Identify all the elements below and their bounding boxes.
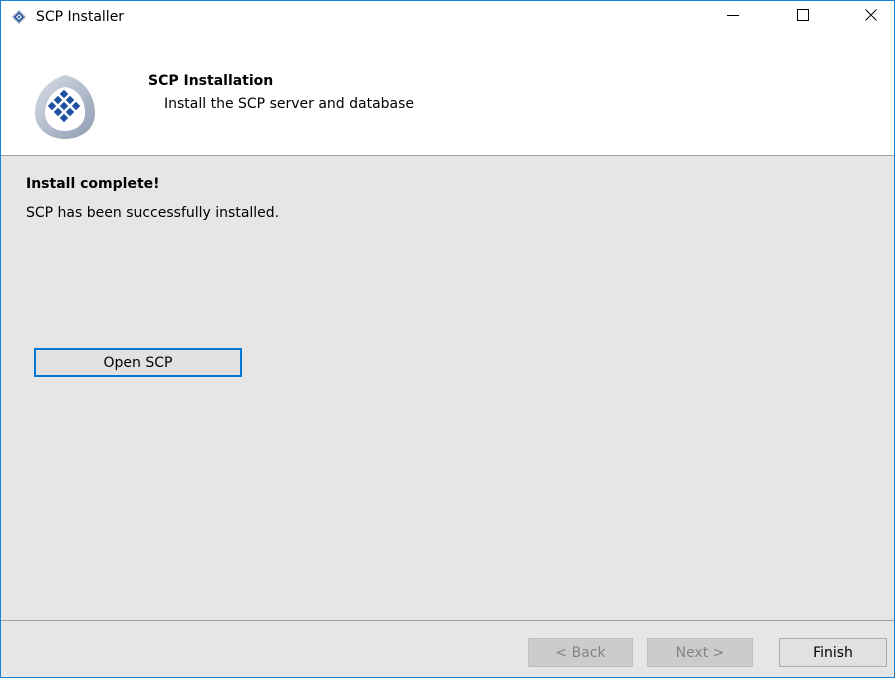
installer-window: SCP Installer SCP Installation Install t… <box>0 0 895 678</box>
scp-logo-icon <box>29 71 101 143</box>
status-title: Install complete! <box>26 176 160 192</box>
minimize-icon <box>727 9 739 25</box>
maximize-button[interactable] <box>780 1 826 33</box>
scp-logo-icon <box>11 9 27 25</box>
status-message: SCP has been successfully installed. <box>26 205 280 221</box>
back-button[interactable]: < Back <box>528 638 633 667</box>
close-button[interactable] <box>848 1 894 33</box>
header-subtitle: Install the SCP server and database <box>164 96 415 112</box>
maximize-icon <box>797 9 809 25</box>
open-scp-button[interactable]: Open SCP <box>34 348 242 377</box>
title-bar[interactable]: SCP Installer <box>1 1 894 33</box>
minimize-button[interactable] <box>710 1 756 33</box>
header-title: SCP Installation <box>148 73 274 89</box>
header-panel: SCP Installation Install the SCP server … <box>1 33 894 156</box>
finish-button[interactable]: Finish <box>779 638 887 667</box>
footer-divider <box>1 620 894 621</box>
next-button[interactable]: Next > <box>647 638 753 667</box>
window-title: SCP Installer <box>36 9 125 25</box>
close-icon <box>865 9 877 25</box>
